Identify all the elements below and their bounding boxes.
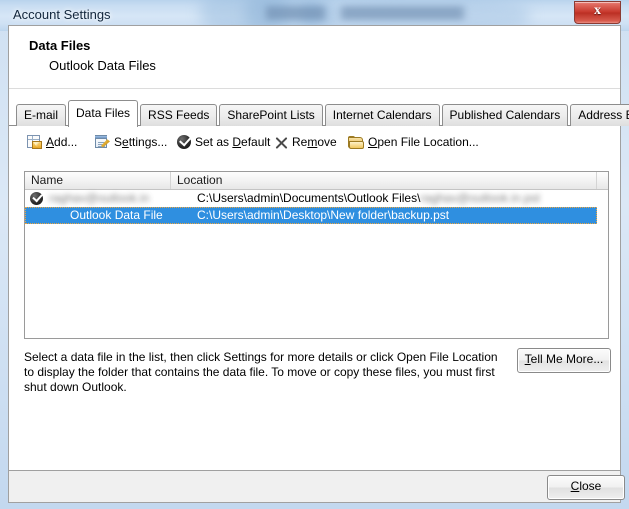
column-header-spacer	[597, 172, 608, 189]
column-header-location[interactable]: Location	[171, 172, 597, 189]
tab-internet-calendars[interactable]: Internet Calendars	[324, 104, 440, 126]
add-accel: A	[46, 135, 55, 149]
add-button-label: Add...	[46, 135, 77, 149]
settings-button-label: Settings...	[114, 135, 167, 149]
blurred-background-email-text	[264, 6, 510, 20]
data-files-list[interactable]: Name Location raghav@outlook.in C:\Users…	[24, 171, 609, 339]
settings-icon	[94, 134, 110, 150]
remove-button-label: Remove	[292, 135, 337, 149]
list-column-headers: Name Location	[25, 172, 608, 190]
page-subtitle: Outlook Data Files	[49, 58, 156, 73]
description-text: Select a data file in the list, then cli…	[24, 350, 498, 394]
row-location-suffix: .pst	[520, 191, 540, 205]
tell-me-more-button[interactable]: Tell Me More...	[517, 348, 611, 373]
account-settings-dialog: Account Settings x Data Files Outlook Da…	[0, 0, 629, 509]
column-header-name[interactable]: Name	[25, 172, 171, 189]
row-location-prefix: C:\Users\admin\Documents\Outlook Files\	[197, 191, 421, 205]
window-close-button[interactable]: x	[574, 1, 621, 24]
tell-me-more-label: ell Me More...	[530, 352, 604, 366]
table-row[interactable]: raghav@outlook.in C:\Users\admin\Documen…	[25, 190, 597, 207]
check-circle-icon	[177, 134, 191, 149]
settings-button[interactable]: Settings...	[94, 131, 167, 153]
remove-accel: m	[307, 135, 318, 149]
dialog-body: Data Files Outlook Data Files E-mail Dat…	[8, 25, 629, 471]
openloc-label-post: pen File Location...	[377, 135, 479, 149]
tab-published-calendars[interactable]: Published Calendars	[441, 104, 569, 126]
table-row[interactable]: Outlook Data File C:\Users\admin\Desktop…	[25, 207, 597, 224]
close-label: lose	[579, 479, 602, 493]
x-icon	[275, 136, 288, 149]
row-location: C:\Users\admin\Desktop\New folder\backup…	[197, 208, 450, 222]
add-button[interactable]: Add...	[27, 131, 77, 153]
settings-accel: e	[122, 135, 129, 149]
add-mail-icon	[27, 134, 42, 150]
tab-sharepoint-lists[interactable]: SharePoint Lists	[219, 104, 323, 126]
open-file-location-button[interactable]: Open File Location...	[348, 131, 479, 153]
set-as-default-button[interactable]: Set as Default	[177, 131, 270, 153]
row-location-redacted: raghav@outlook.in	[420, 191, 521, 205]
tab-email[interactable]: E-mail	[16, 104, 67, 126]
close-button[interactable]: Close	[547, 475, 625, 500]
tab-rss-feeds[interactable]: RSS Feeds	[140, 104, 218, 126]
set-as-default-label: Set as Default	[195, 135, 270, 149]
active-tab-underline-mask	[69, 125, 138, 127]
dialog-header: Data Files Outlook Data Files	[9, 26, 620, 89]
remove-button[interactable]: Remove	[275, 131, 337, 153]
openloc-accel: O	[368, 135, 378, 149]
tabstrip: E-mail Data Files RSS Feeds SharePoint L…	[9, 100, 629, 127]
row-location: C:\Users\admin\Documents\Outlook Files\r…	[197, 190, 592, 207]
row-name: raghav@outlook.in	[49, 191, 150, 205]
default-label-post: efault	[241, 135, 271, 149]
tab-address-books[interactable]: Address Books	[570, 104, 629, 126]
open-file-location-label: Open File Location...	[368, 135, 479, 149]
folder-icon	[348, 135, 364, 149]
remove-label-post: ove	[317, 135, 337, 149]
toolbar: Add... Settings... Set as Default Remove	[9, 126, 620, 158]
add-label-post: dd...	[54, 135, 78, 149]
default-label-pre: Set as	[195, 135, 233, 149]
row-name: Outlook Data File	[70, 208, 163, 222]
settings-label-pre: S	[114, 135, 123, 149]
list-rows: raghav@outlook.in C:\Users\admin\Documen…	[25, 190, 608, 338]
default-check-icon	[30, 191, 43, 205]
close-icon: x	[594, 3, 601, 18]
settings-label-post: ttings...	[128, 135, 168, 149]
default-accel: D	[232, 135, 242, 149]
tab-data-files[interactable]: Data Files	[68, 100, 139, 127]
window-title: Account Settings	[13, 7, 111, 22]
page-title: Data Files	[29, 38, 91, 53]
dialog-footer: Close	[8, 471, 625, 503]
remove-label-pre: Re	[292, 135, 308, 149]
